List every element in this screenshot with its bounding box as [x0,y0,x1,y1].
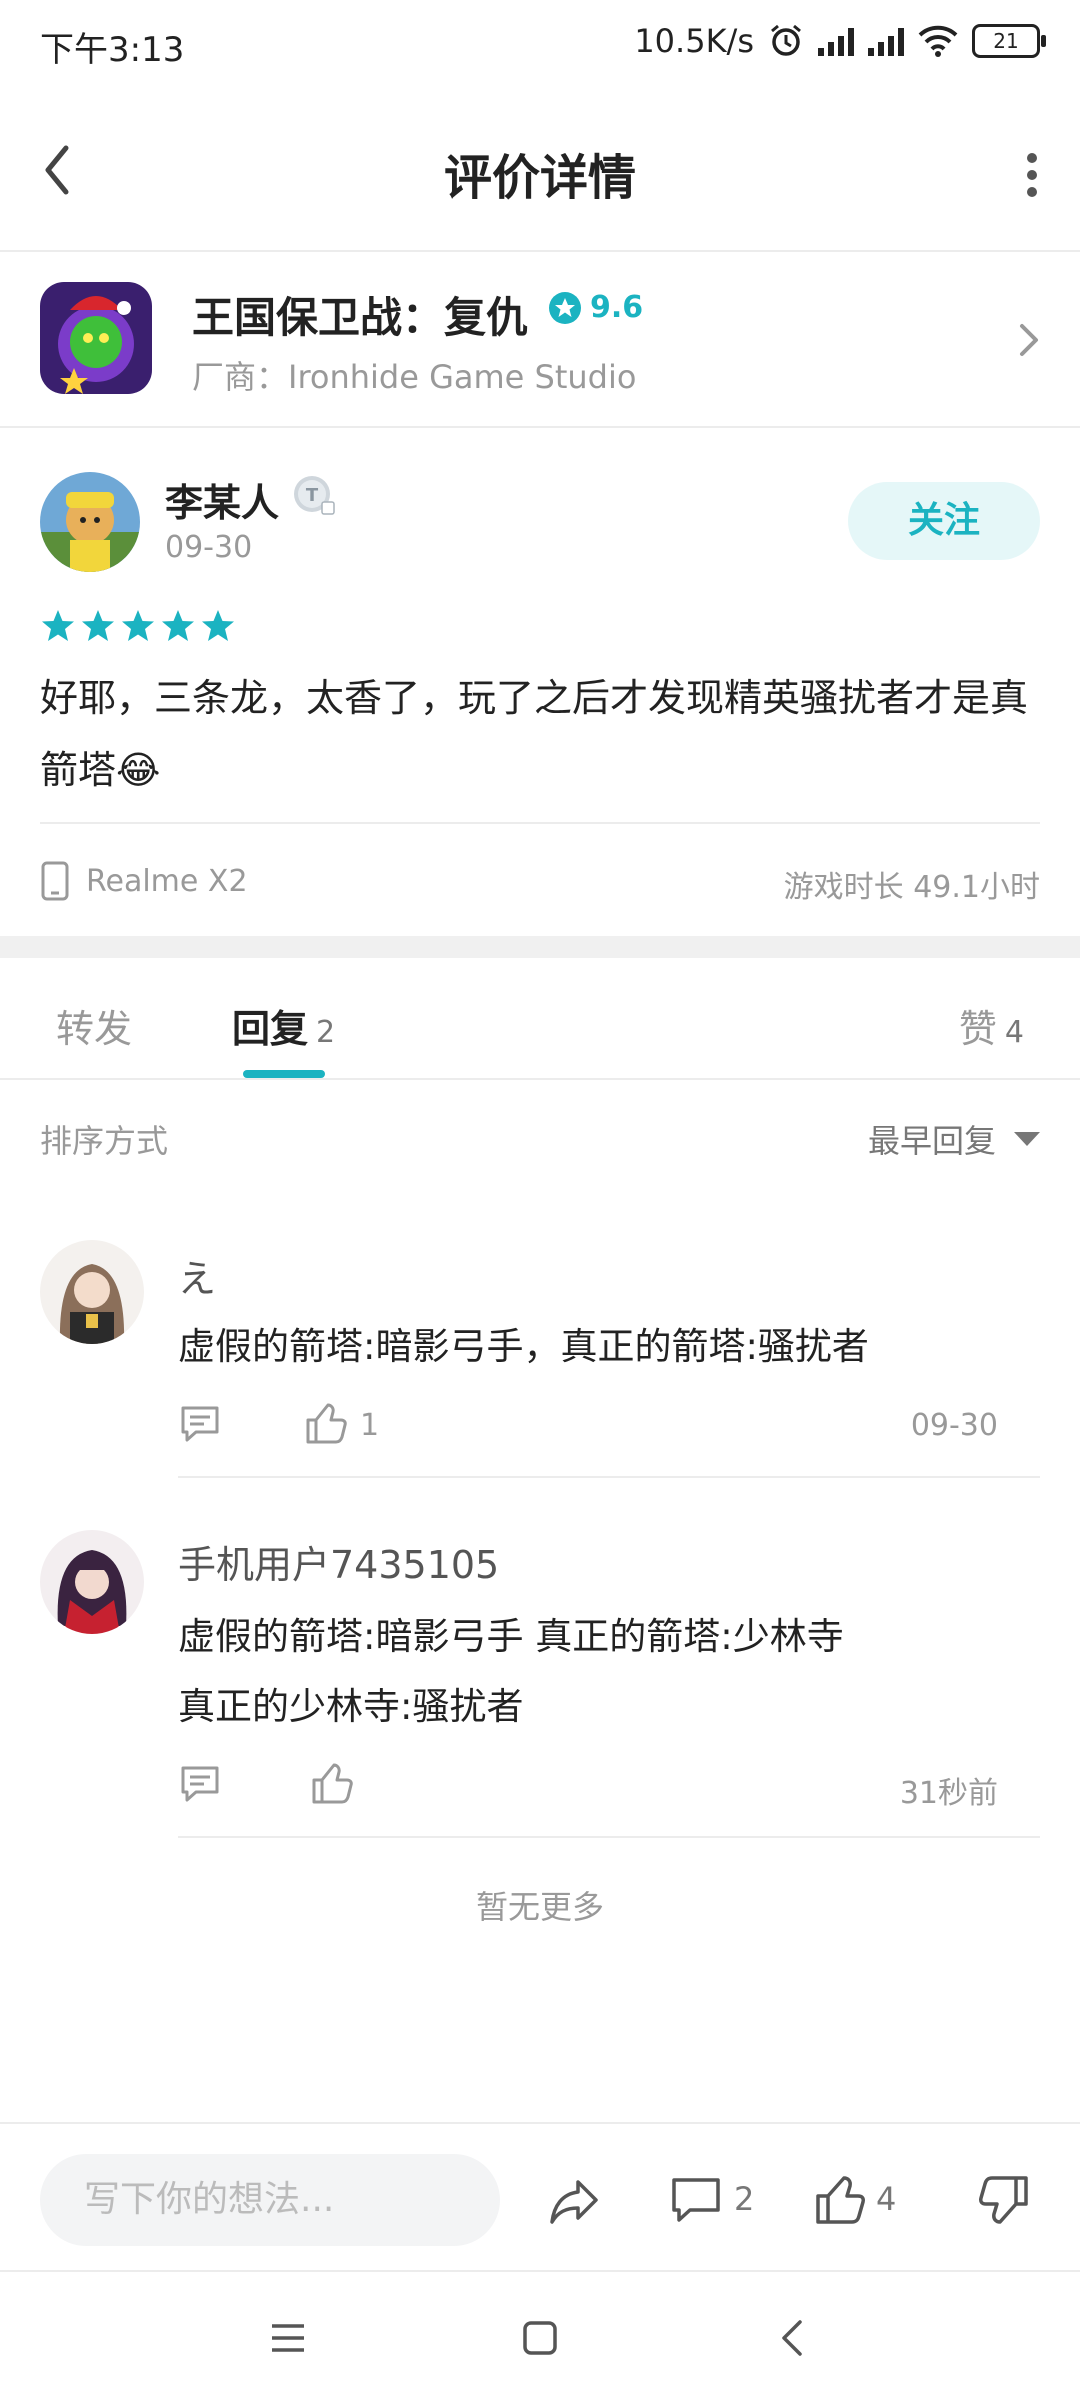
play-time: 游戏时长 49.1小时 [783,870,1040,905]
reply-icon[interactable] [178,1402,222,1446]
divider [178,1836,1040,1838]
comment-time: 31秒前 [899,1776,998,1811]
share-icon[interactable] [546,2172,602,2228]
commenter-avatar[interactable] [40,1240,144,1344]
comment-actions: 31秒前 [178,1762,998,1812]
status-icons: 10.5K/s 21 [634,22,1046,60]
reply-tabs: 转发 回复 2 赞4 [0,958,1080,1080]
battery-icon: 21 [972,24,1046,58]
game-info-row[interactable]: 王国保卫战：复仇 9.6 厂商：Ironhide Game Studio [0,252,1080,428]
caret-down-icon [1014,1132,1040,1146]
network-speed: 10.5K/s [634,22,754,60]
app-header: 评价详情 [0,90,1080,252]
svg-text:T: T [306,485,319,506]
device-info: Realme X2 [40,860,248,902]
sort-dropdown[interactable]: 最早回复 [868,1116,1040,1162]
status-time: 下午3:13 [40,30,185,70]
game-icon [40,282,152,394]
star-icon [202,610,234,641]
review-date: 09-30 [165,530,253,565]
commenter-name[interactable]: 手机用户7435105 [178,1534,499,1589]
tab-replies[interactable]: 回复 2 [232,998,335,1053]
star-icon [42,610,74,641]
divider [40,822,1040,824]
comment-text: 虚假的箭塔:暗影弓手 真正的箭塔:少林寺 真正的少林寺:骚扰者 [178,1615,844,1728]
wifi-icon [918,25,958,57]
sort-value: 最早回复 [867,1122,996,1160]
game-rating-value: 9.6 [590,290,644,325]
follow-button[interactable]: 关注 [848,482,1040,560]
like-count: 1 [360,1408,380,1443]
reviewer-avatar[interactable] [40,472,140,572]
comment-time: 09-30 [910,1408,998,1443]
signal-icon [818,26,854,56]
reviewer-name[interactable]: 李某人 [165,472,279,527]
no-more-text: 暂无更多 [475,1888,604,1926]
game-name: 王国保卫战：复仇 [192,293,529,342]
reply-icon[interactable] [178,1762,222,1806]
comment-count: 2 [734,2180,755,2218]
comment-icon[interactable] [668,2172,724,2228]
chevron-right-icon [1020,324,1038,356]
commenter-avatar[interactable] [40,1530,144,1634]
device-name: Realme X2 [86,863,248,899]
like-count-total: 4 [876,2180,897,2218]
tab-forward[interactable]: 转发 [56,998,132,1053]
menu-icon[interactable] [266,2316,310,2360]
review-text: 好耶，三条龙，太香了，玩了之后才发现精英骚扰者才是真箭塔😂 [40,676,1029,792]
thumbs-up-icon[interactable] [812,2172,868,2228]
bottom-action-bar: 写下你的想法... 2 4 [0,2122,1080,2272]
comment-input[interactable]: 写下你的想法... [40,2154,500,2246]
active-tab-indicator [243,1070,325,1078]
star-icon [122,610,154,641]
home-icon[interactable] [518,2316,562,2360]
star-badge-icon [549,291,581,324]
game-rating: 9.6 [548,290,643,325]
comment-text: 虚假的箭塔:暗影弓手，真正的箭塔:骚扰者 [178,1325,869,1368]
thumbs-up-icon[interactable] [304,1402,348,1446]
signal-icon-2 [868,26,904,56]
phone-icon [41,861,69,901]
star-icon [162,610,194,641]
comment-actions: 1 09-30 [178,1402,998,1452]
page-title: 评价详情 [443,150,636,206]
star-icon [82,610,114,641]
commenter-name[interactable]: え [178,1248,216,1303]
divider [178,1476,1040,1478]
thumbs-up-icon[interactable] [310,1762,354,1806]
game-developer: 厂商：Ironhide Game Studio [192,358,637,396]
thumbs-down-icon[interactable] [976,2172,1032,2228]
status-bar: 下午3:13 10.5K/s 21 [0,0,1080,90]
alarm-icon [771,24,801,56]
tab-likes[interactable]: 赞4 [959,998,1024,1053]
back-icon[interactable] [772,2316,816,2360]
level-badge-icon: T [294,476,335,515]
sort-label: 排序方式 [40,1122,169,1160]
section-separator [0,936,1080,958]
review-meta-row: Realme X2 游戏时长 49.1小时 [40,852,1040,912]
more-options-icon[interactable] [1024,152,1040,198]
system-nav-bar [0,2270,1080,2402]
rating-stars [40,608,236,644]
